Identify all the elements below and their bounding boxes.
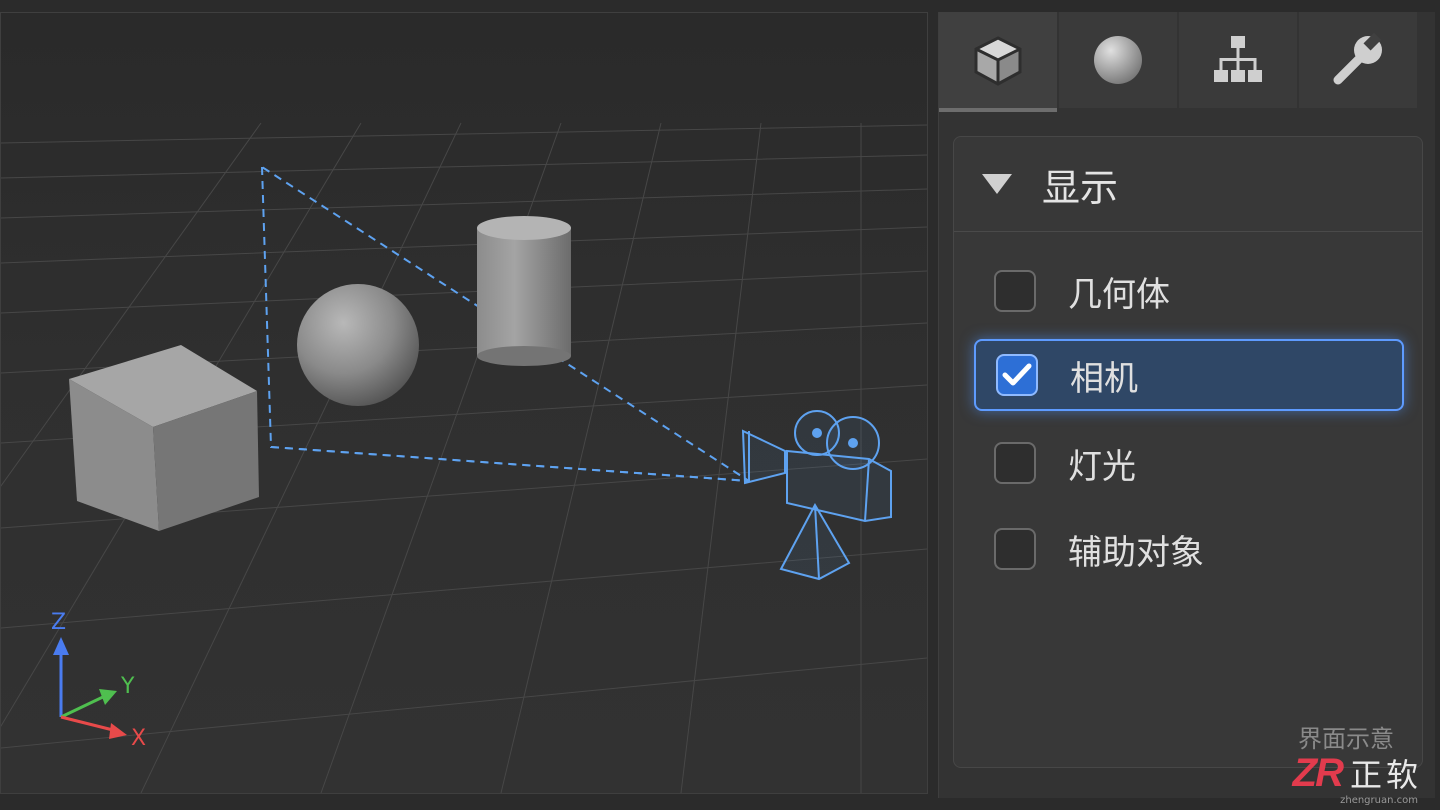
checkbox-lights[interactable]: [994, 442, 1036, 484]
checkbox-helpers[interactable]: [994, 528, 1036, 570]
tab-object[interactable]: [939, 12, 1057, 112]
option-helpers[interactable]: 辅助对象: [974, 513, 1404, 585]
option-lights[interactable]: 灯光: [974, 427, 1404, 499]
panel-tabbar: [939, 12, 1435, 112]
cube-icon: [974, 36, 1022, 86]
brand-logo-mark: ZR: [1292, 750, 1344, 795]
watermark-caption: 界面示意: [1298, 725, 1394, 753]
tab-tools[interactable]: [1299, 12, 1417, 108]
viewport-3d[interactable]: Z Y X: [0, 12, 928, 794]
display-group-header[interactable]: 显示: [954, 137, 1422, 232]
checkmark-icon: [1002, 363, 1032, 386]
properties-panel: 显示 几何体 相机 灯光 辅助对象: [938, 12, 1435, 798]
brand-name: 正软: [1349, 756, 1422, 794]
hierarchy-icon: [1214, 36, 1262, 82]
option-camera[interactable]: 相机: [974, 339, 1404, 411]
option-geometry[interactable]: 几何体: [974, 255, 1404, 327]
checkbox-camera[interactable]: [996, 354, 1038, 396]
cylinder-object[interactable]: [477, 216, 571, 366]
option-helpers-label: 辅助对象: [1068, 532, 1204, 573]
axis-z-label: Z: [51, 610, 66, 635]
option-lights-label: 灯光: [1068, 446, 1136, 487]
sphere-icon: [1094, 36, 1142, 84]
sphere-object[interactable]: [297, 284, 419, 406]
wrench-icon: [1333, 32, 1382, 85]
collapse-triangle-icon[interactable]: [982, 174, 1012, 194]
option-geometry-label: 几何体: [1068, 274, 1170, 315]
cube-object[interactable]: [69, 345, 259, 531]
brand-url: zhengruan.com: [1340, 795, 1418, 806]
axis-gizmo: Z Y X: [51, 610, 146, 751]
axis-x-label: X: [131, 726, 146, 751]
display-group: 显示 几何体 相机 灯光 辅助对象: [953, 136, 1423, 768]
display-group-title: 显示: [1042, 165, 1119, 210]
brand-logo: ZR 正软: [1293, 750, 1422, 796]
tab-hierarchy[interactable]: [1179, 12, 1297, 108]
checkbox-geometry[interactable]: [994, 270, 1036, 312]
axis-y-label: Y: [120, 674, 135, 699]
option-camera-label: 相机: [1070, 358, 1138, 399]
tab-material[interactable]: [1059, 12, 1177, 108]
